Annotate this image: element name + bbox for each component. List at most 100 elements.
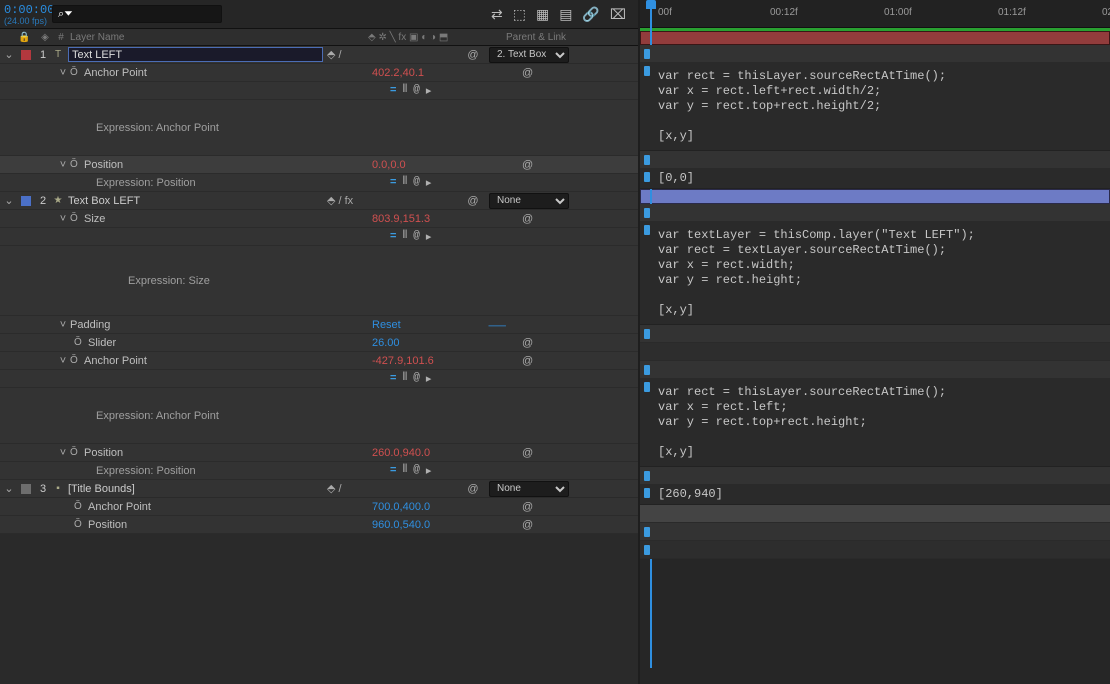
link-icon[interactable]: 🔗: [582, 6, 599, 23]
property-row-position[interactable]: ˅ Ŏ Position 260.0,940.0 @: [0, 444, 638, 462]
layer-bar[interactable]: [640, 31, 1110, 45]
layer-color-chip[interactable]: [21, 484, 31, 494]
stopwatch-icon[interactable]: Ŏ: [70, 213, 84, 224]
layer-switches[interactable]: ⬘ /: [327, 482, 457, 495]
reset-link[interactable]: Reset: [372, 319, 401, 331]
expression-pickwhip-icon[interactable]: @: [413, 176, 420, 190]
property-row-position[interactable]: ˅ Ŏ Position 0.0,0.0 @: [0, 156, 638, 174]
chevron-down-icon[interactable]: ˅: [56, 213, 70, 225]
keyframe-marker[interactable]: [644, 471, 650, 481]
pickwhip-icon[interactable]: @: [463, 49, 483, 61]
property-link-icon[interactable]: @: [522, 447, 533, 459]
chevron-down-icon[interactable]: ˅: [56, 67, 70, 79]
expression-menu-icon[interactable]: ▸: [426, 84, 432, 98]
property-value[interactable]: 0.0,0.0: [372, 159, 406, 171]
property-value[interactable]: 260.0,940.0: [372, 447, 430, 459]
expression-pickwhip-icon[interactable]: @: [413, 230, 420, 244]
keyframe-marker[interactable]: [644, 172, 650, 182]
property-link-icon[interactable]: @: [522, 501, 533, 513]
parent-dropdown[interactable]: 2. Text Box LEFT: [489, 47, 569, 63]
expression-editor[interactable]: var textLayer = thisComp.layer("Text LEF…: [640, 222, 1110, 325]
keyframe-marker[interactable]: [644, 329, 650, 339]
search-input[interactable]: ⌕⏷: [52, 5, 222, 23]
layer-name-input[interactable]: [68, 47, 323, 62]
chevron-down-icon[interactable]: ˅: [56, 355, 70, 367]
stopwatch-icon[interactable]: Ŏ: [74, 501, 88, 512]
layer-color-chip[interactable]: [21, 196, 31, 206]
expression-menu-icon[interactable]: ▸: [426, 464, 432, 478]
keyframe-marker[interactable]: [644, 155, 650, 165]
parent-dropdown[interactable]: None: [489, 481, 569, 497]
keyframe-marker[interactable]: [644, 545, 650, 555]
time-ruler[interactable]: 00f 00:12f 01:00f 01:12f 02: [640, 0, 1110, 28]
chevron-down-icon[interactable]: ˅: [56, 159, 70, 171]
property-value[interactable]: -427.9,101.6: [372, 355, 434, 367]
layers-icon[interactable]: ▤: [559, 6, 572, 23]
layer-name[interactable]: Text Box LEFT: [68, 195, 140, 207]
property-link-icon[interactable]: @: [522, 213, 533, 225]
property-row-size[interactable]: ˅ Ŏ Size 803.9,151.3 @: [0, 210, 638, 228]
expression-toggle-icon[interactable]: =: [390, 84, 396, 98]
cube-icon[interactable]: ⬚: [513, 6, 526, 23]
expression-graph-icon[interactable]: ⦀: [402, 176, 407, 190]
expression-toggle-icon[interactable]: =: [390, 464, 396, 478]
property-link-icon[interactable]: @: [522, 519, 533, 531]
chevron-down-icon[interactable]: ˅: [56, 319, 70, 331]
property-row-anchor[interactable]: ˅ Ŏ Anchor Point -427.9,101.6 @: [0, 352, 638, 370]
keyframe-marker[interactable]: [644, 382, 650, 392]
layer-bar[interactable]: [640, 505, 1110, 523]
expression-toggle-icon[interactable]: =: [390, 372, 396, 386]
property-row-anchor[interactable]: Ŏ Anchor Point 700.0,400.0 @: [0, 498, 638, 516]
expression-menu-icon[interactable]: ▸: [426, 230, 432, 244]
parent-dropdown[interactable]: None: [489, 193, 569, 209]
property-value[interactable]: 26.00: [372, 337, 400, 349]
stopwatch-icon[interactable]: Ŏ: [74, 519, 88, 530]
current-time-indicator[interactable]: [646, 0, 656, 28]
expression-graph-icon[interactable]: ⦀: [402, 372, 407, 386]
chevron-down-icon[interactable]: ⌄: [0, 48, 18, 61]
grid-icon[interactable]: ▦: [536, 6, 549, 23]
expression-graph-icon[interactable]: ⦀: [402, 230, 407, 244]
timecode[interactable]: 0:00:00:00 (24.00 fps): [0, 3, 52, 26]
stopwatch-icon[interactable]: Ŏ: [74, 337, 88, 348]
keyframe-marker[interactable]: [644, 365, 650, 375]
layer-switches[interactable]: ⬘ / fx: [327, 194, 457, 207]
keyframe-marker[interactable]: [644, 527, 650, 537]
keyframe-marker[interactable]: [644, 66, 650, 76]
property-value[interactable]: 960.0,540.0: [372, 519, 430, 531]
chevron-down-icon[interactable]: ⌄: [0, 482, 18, 495]
chevron-down-icon[interactable]: ⌄: [0, 194, 18, 207]
chevron-down-icon[interactable]: ˅: [56, 447, 70, 459]
frame-icon[interactable]: ⌧: [610, 6, 626, 23]
layer-row[interactable]: ⌄ 2 ★ Text Box LEFT ⬘ / fx @ None: [0, 192, 638, 210]
keyframe-marker[interactable]: [644, 49, 650, 59]
expression-editor[interactable]: [0,0]: [640, 169, 1110, 189]
keyframe-marker[interactable]: [644, 225, 650, 235]
timecode-value[interactable]: 0:00:00:00: [4, 3, 48, 17]
layer-switches[interactable]: ⬘ /: [327, 48, 457, 61]
expression-menu-icon[interactable]: ▸: [426, 176, 432, 190]
expression-editor[interactable]: [260,940]: [640, 485, 1110, 505]
expression-toggle-icon[interactable]: =: [390, 176, 396, 190]
pickwhip-icon[interactable]: @: [463, 483, 483, 495]
stopwatch-icon[interactable]: Ŏ: [70, 447, 84, 458]
layer-name[interactable]: [Title Bounds]: [68, 483, 135, 495]
layer-bar[interactable]: [640, 189, 1110, 204]
stopwatch-icon[interactable]: Ŏ: [70, 67, 84, 78]
expression-editor[interactable]: var rect = thisLayer.sourceRectAtTime();…: [640, 63, 1110, 151]
property-link-icon[interactable]: @: [522, 67, 533, 79]
expression-pickwhip-icon[interactable]: @: [413, 464, 420, 478]
property-row-padding[interactable]: ˅ Padding Reset ⸺: [0, 316, 638, 334]
property-row-position[interactable]: Ŏ Position 960.0,540.0 @: [0, 516, 638, 534]
keyframe-marker[interactable]: [644, 208, 650, 218]
layer-color-chip[interactable]: [21, 50, 31, 60]
timeline-pane[interactable]: 00f 00:12f 01:00f 01:12f 02 var rect = t…: [638, 0, 1110, 684]
property-row-slider[interactable]: Ŏ Slider 26.00 @: [0, 334, 638, 352]
expression-pickwhip-icon[interactable]: @: [413, 372, 420, 386]
pickwhip-icon[interactable]: @: [463, 195, 483, 207]
expression-menu-icon[interactable]: ▸: [426, 372, 432, 386]
layer-row[interactable]: ⌄ 3 ▪ [Title Bounds] ⬘ / @ None: [0, 480, 638, 498]
property-link-icon[interactable]: @: [522, 337, 533, 349]
property-value[interactable]: 402.2,40.1: [372, 67, 424, 79]
keyframe-marker[interactable]: [644, 488, 650, 498]
